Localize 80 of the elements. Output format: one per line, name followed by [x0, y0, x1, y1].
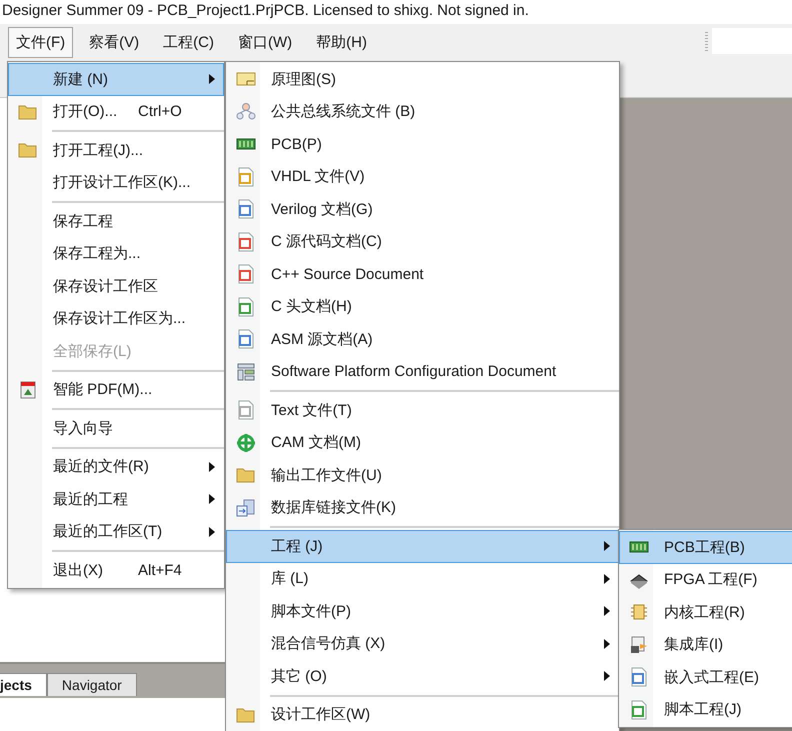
- document-icon: [236, 296, 254, 317]
- submenu-arrow-icon: [604, 671, 610, 682]
- submenu-arrow-icon: [604, 574, 610, 584]
- menu-item[interactable]: C++ Source Document: [226, 258, 619, 290]
- menu-item[interactable]: 嵌入式工程(E): [619, 661, 792, 694]
- submenu-arrow-icon: [209, 526, 215, 537]
- menu-item[interactable]: 保存设计工作区为...: [8, 302, 224, 335]
- panel-tab[interactable]: Navigator: [46, 673, 137, 696]
- submenu-arrow-icon: [209, 74, 215, 84]
- menu-item[interactable]: 导入向导: [8, 412, 224, 444]
- document-icon: [236, 166, 254, 187]
- table-icon: [236, 362, 254, 381]
- menu-bar-item[interactable]: 窗口(W): [230, 26, 300, 58]
- folder-icon: [236, 466, 256, 484]
- menu-item[interactable]: 输出工作文件(U): [226, 459, 619, 492]
- submenu-arrow-icon: [604, 638, 610, 649]
- board-icon: [628, 539, 648, 556]
- panel-tab[interactable]: jects: [0, 673, 47, 696]
- folder-icon: [18, 141, 38, 160]
- document-icon: [236, 498, 256, 518]
- board-icon: [236, 136, 256, 152]
- document-icon: [236, 400, 254, 420]
- menu-item[interactable]: 集成库(I): [619, 628, 792, 661]
- document-icon: [236, 264, 254, 284]
- menu-item[interactable]: 最近的工作区(T): [8, 516, 224, 548]
- menu-item[interactable]: 打开设计工作区(K)...: [8, 166, 224, 199]
- menu-item[interactable]: 新建 (N): [8, 63, 224, 96]
- document-icon: [236, 329, 254, 350]
- menu-bar-item[interactable]: 工程(C): [155, 26, 222, 58]
- menu-item[interactable]: 打开工程(J)...: [8, 134, 224, 166]
- menu-item[interactable]: 工程 (J): [226, 530, 619, 562]
- menu-item[interactable]: 退出(X) Alt+F4: [8, 554, 224, 586]
- folder-icon: [236, 706, 256, 724]
- menu-item[interactable]: 设计工作区(W): [226, 698, 619, 731]
- menu-item[interactable]: Verilog 文档(G): [226, 193, 619, 226]
- submenu-arrow-icon: [604, 541, 610, 552]
- folder-icon: [18, 102, 38, 121]
- menu-item[interactable]: 公共总线系统文件 (B): [226, 96, 619, 128]
- menu-item[interactable]: 脚本文件(P): [226, 595, 619, 628]
- menu-item[interactable]: VHDL 文件(V): [226, 160, 619, 193]
- menu-item[interactable]: FPGA 工程(F): [619, 564, 792, 596]
- menu-item[interactable]: 原理图(S): [226, 63, 619, 96]
- menu-item[interactable]: C 源代码文档(C): [226, 226, 619, 258]
- menu-item[interactable]: 保存工程: [8, 205, 224, 238]
- menu-item[interactable]: ASM 源文档(A): [226, 323, 619, 356]
- menu-item[interactable]: 最近的文件(R): [8, 450, 224, 483]
- menu-item[interactable]: 数据库链接文件(K): [226, 492, 619, 524]
- submenu-arrow-icon: [209, 494, 215, 504]
- menu-item[interactable]: 保存工程为...: [8, 238, 224, 270]
- toolbar-grip[interactable]: [705, 32, 708, 52]
- sheet-icon: [236, 71, 256, 88]
- menu-item[interactable]: 混合信号仿真 (X): [226, 628, 619, 660]
- chip-icon: [630, 602, 648, 622]
- menu-item[interactable]: 保存设计工作区: [8, 270, 224, 302]
- menu-item[interactable]: 智能 PDF(M)...: [8, 374, 224, 406]
- menu-bar-item[interactable]: 文件(F): [8, 26, 74, 58]
- menu-item[interactable]: 最近的工程: [8, 483, 224, 516]
- menu-item[interactable]: 其它 (O): [226, 660, 619, 692]
- menu-bar-item[interactable]: 帮助(H): [308, 26, 375, 58]
- target-icon: [236, 432, 256, 453]
- document-icon: [236, 199, 254, 220]
- menu-item[interactable]: C 头文档(H): [226, 290, 619, 323]
- document-icon: [630, 700, 648, 720]
- menu-item[interactable]: 内核工程(R): [619, 596, 792, 628]
- submenu-arrow-icon: [604, 606, 610, 616]
- library-icon: [628, 634, 648, 655]
- menu-bar-item[interactable]: 察看(V): [81, 26, 148, 58]
- document-icon: [630, 667, 648, 688]
- menu-item[interactable]: 库 (L): [226, 562, 619, 595]
- menu-item[interactable]: PCB(P): [226, 128, 619, 160]
- menu-item[interactable]: 脚本工程(J): [619, 694, 792, 726]
- menu-item[interactable]: PCB工程(B): [619, 531, 792, 564]
- document-icon: [18, 380, 36, 400]
- menu-item[interactable]: Text 文件(T): [226, 394, 619, 426]
- submenu-arrow-icon: [209, 462, 215, 472]
- menu-item[interactable]: Software Platform Configuration Document: [226, 356, 619, 388]
- menu-item[interactable]: CAM 文档(M): [226, 426, 619, 459]
- menu-item[interactable]: 打开(O)... Ctrl+O: [8, 96, 224, 128]
- people-icon: [236, 102, 256, 122]
- document-icon: [236, 232, 254, 252]
